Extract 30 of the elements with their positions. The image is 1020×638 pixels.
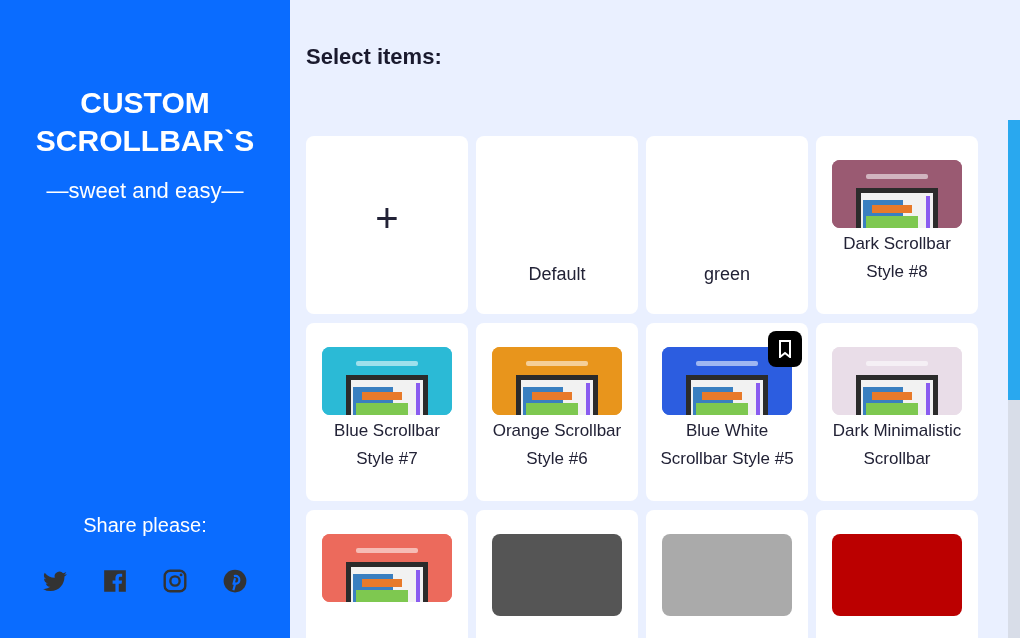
camera-icon[interactable] [162,568,188,594]
item-label: Dark Minimalistic Scrollbar [831,420,963,470]
item-label: Blue Scrollbar Style #7 [333,420,441,470]
facebook-icon[interactable] [102,568,128,594]
item-label: Blue White Scrollbar Style #5 [659,420,795,470]
item-card[interactable]: Default [476,136,638,314]
share-label: Share please: [83,513,207,538]
item-card[interactable]: Dark Minimalistic Scrollbar [816,323,978,501]
scrollbar-thumb[interactable] [1008,120,1020,400]
item-card[interactable]: Orange Scrollbar Style #6 [476,323,638,501]
item-label: Orange Scrollbar Style #6 [491,420,623,470]
app-title: CUSTOM SCROLLBAR`S [34,85,256,159]
item-card[interactable] [476,510,638,638]
item-card[interactable] [306,510,468,638]
bird-icon[interactable] [42,568,68,594]
section-heading: Select items: [306,43,442,71]
add-icon: + [375,198,399,238]
item-card[interactable]: Dark Scrollbar Style #8 [816,136,978,314]
item-card[interactable]: Blue White Scrollbar Style #5 [646,323,808,501]
tagline: —sweet and easy— [46,177,244,205]
bookmark-icon[interactable] [768,331,802,367]
item-label: green [703,263,750,286]
item-card[interactable] [816,510,978,638]
item-label: Dark Scrollbar Style #8 [842,233,952,283]
item-card[interactable]: green [646,136,808,314]
item-card[interactable]: + [306,136,468,314]
item-card[interactable]: Blue Scrollbar Style #7 [306,323,468,501]
scrollbar[interactable] [1008,120,1020,638]
item-label: Default [528,263,586,286]
pinterest-icon[interactable] [222,568,248,594]
